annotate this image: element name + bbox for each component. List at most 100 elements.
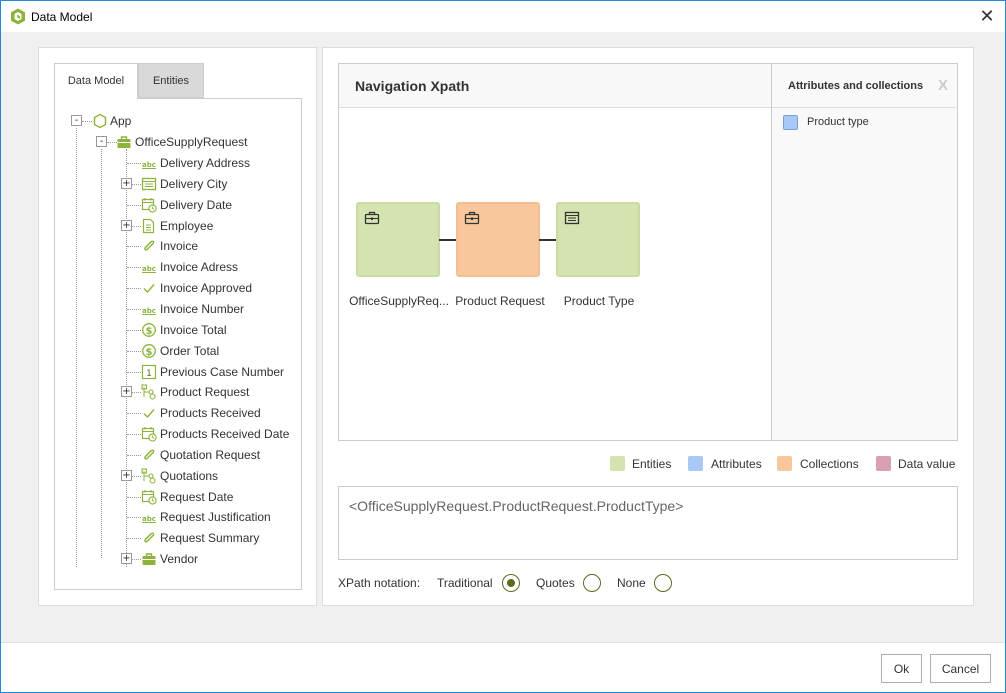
tree-branch-line	[127, 454, 141, 456]
tree-node-field[interactable]: Invoice Approved	[55, 278, 301, 298]
legend-swatch	[876, 456, 891, 471]
nav-node-collection[interactable]	[456, 202, 540, 277]
tree-node-label: Order Total	[160, 343, 220, 358]
tree-node-field[interactable]: Products Received Date	[55, 424, 301, 444]
tree-node-field[interactable]: + Employee	[55, 216, 301, 236]
table-list-icon	[141, 177, 157, 190]
close-attributes-icon[interactable]: X	[938, 77, 948, 94]
tree-node-field[interactable]: + Product Request	[55, 382, 301, 402]
window-title: Data Model	[31, 10, 93, 24]
tree-branch-line	[127, 308, 141, 310]
tab-data-model[interactable]: Data Model	[54, 63, 138, 99]
ok-button[interactable]: Ok	[881, 654, 922, 683]
svg-text:$: $	[146, 346, 153, 357]
tree-node-label: Invoice Approved	[160, 281, 253, 296]
legend-label: Data value	[898, 457, 956, 471]
tree-branch-line	[127, 204, 141, 206]
expand-toggle[interactable]: +	[121, 469, 132, 481]
tree-node-field[interactable]: abc Delivery Address	[55, 153, 301, 173]
tree-node-label: Products Received Date	[160, 427, 290, 442]
collapse-toggle[interactable]: -	[71, 115, 82, 126]
tree-node-field[interactable]: + Quotations	[55, 466, 301, 486]
tree-node-field[interactable]: $ Order Total	[55, 341, 301, 361]
nav-node-entity[interactable]	[556, 202, 640, 277]
tree-node-field[interactable]: Request Summary	[55, 528, 301, 548]
tree-node-label: Product Request	[160, 385, 250, 400]
expand-toggle[interactable]: +	[121, 553, 132, 565]
tree-node-field[interactable]: Delivery Date	[55, 195, 301, 215]
tree-node-field[interactable]: Invoice	[55, 236, 301, 256]
tree-node-label: Quotations	[160, 468, 219, 483]
tree-branch-line	[127, 329, 141, 331]
expand-toggle[interactable]: +	[121, 386, 132, 398]
data-model-window: Data Model ✕ Data Model Entities - App -…	[0, 0, 1006, 693]
tree-node-label: Products Received	[160, 406, 261, 421]
title-bar: Data Model ✕	[1, 1, 1005, 32]
tree-node-field[interactable]: abc Request Justification	[55, 507, 301, 527]
tree-branch-line	[132, 559, 141, 561]
legend-swatch	[777, 456, 792, 471]
tree-branch-line	[127, 538, 141, 540]
attribute-item[interactable]: Product type	[783, 115, 943, 131]
navigation-header: Navigation Xpath	[339, 64, 771, 108]
collapse-toggle[interactable]: -	[96, 136, 107, 147]
tree-branch-line	[127, 350, 141, 352]
cancel-button[interactable]: Cancel	[930, 654, 991, 683]
table-list-icon	[564, 211, 580, 225]
tree-branch-line	[127, 163, 141, 164]
tree-branch-line	[132, 392, 141, 394]
tree-node-label: Request Date	[160, 489, 234, 504]
expand-toggle[interactable]: +	[121, 177, 132, 189]
legend-label: Attributes	[711, 457, 762, 471]
currency-icon: $	[142, 322, 156, 337]
tree-branch-line	[127, 517, 141, 519]
tree-node-label: Request Summary	[160, 531, 260, 546]
radio-traditional[interactable]	[502, 574, 520, 592]
paperclip-icon	[144, 532, 155, 543]
attributes-header: Attributes and collections X	[772, 64, 958, 108]
nav-node-label: Product Request	[455, 294, 545, 308]
tree-branch-line	[132, 183, 141, 185]
tree-node-field[interactable]: + Delivery City	[55, 174, 301, 194]
xpath-expression-text: <OfficeSupplyRequest.ProductRequest.Prod…	[349, 498, 684, 514]
tree-node-field[interactable]: + Vendor	[55, 549, 301, 569]
tree-node-entity[interactable]: - OfficeSupplyRequest	[55, 132, 301, 152]
text-abc-icon: abc	[142, 161, 156, 169]
tree-node-app[interactable]: - App	[55, 111, 301, 131]
collection-icon	[141, 468, 156, 484]
tree-node-field[interactable]: Quotation Request	[55, 445, 301, 465]
nav-node-entity[interactable]	[356, 202, 440, 277]
tree-node-field[interactable]: abc Invoice Adress	[55, 257, 301, 277]
left-panel: Data Model Entities - App - OfficeSupply…	[38, 47, 317, 606]
calendar-clock-icon	[141, 197, 157, 213]
dialog-footer: Ok Cancel	[1, 642, 1005, 692]
tree-node-field[interactable]: 1 Previous Case Number	[55, 362, 301, 382]
attributes-collections-panel: Attributes and collections X Product typ…	[771, 64, 958, 440]
legend-label: Entities	[632, 457, 672, 471]
tree-branch-line	[127, 288, 141, 290]
tree-node-field[interactable]: Products Received	[55, 403, 301, 423]
xpath-expression-box[interactable]: <OfficeSupplyRequest.ProductRequest.Prod…	[338, 486, 958, 560]
legend-label: Collections	[800, 457, 859, 471]
tree-node-field[interactable]: $ Invoice Total	[55, 320, 301, 340]
tree-node-label: Vendor	[160, 552, 199, 567]
expand-toggle[interactable]: +	[121, 219, 132, 231]
calendar-clock-icon	[141, 427, 157, 442]
close-icon[interactable]: ✕	[975, 5, 999, 27]
tree-node-label: Quotation Request	[160, 447, 261, 462]
paperclip-icon	[144, 449, 155, 460]
tree-node-field[interactable]: Request Date	[55, 487, 301, 507]
tree-node-label: Request Justification	[160, 510, 271, 525]
svg-text:$: $	[146, 326, 153, 337]
tree-branch-line	[132, 225, 141, 227]
hexagon-icon	[93, 113, 107, 129]
radio-none[interactable]	[654, 574, 672, 592]
tree-node-field[interactable]: abc Invoice Number	[55, 299, 301, 319]
briefcase-outline-icon	[464, 211, 480, 225]
tree-branch-line	[127, 496, 141, 498]
briefcase-icon	[142, 553, 156, 566]
tab-entities[interactable]: Entities	[138, 63, 204, 98]
checkmark-icon	[143, 409, 155, 419]
svg-text:abc: abc	[142, 265, 156, 273]
radio-quotes[interactable]	[583, 574, 601, 592]
